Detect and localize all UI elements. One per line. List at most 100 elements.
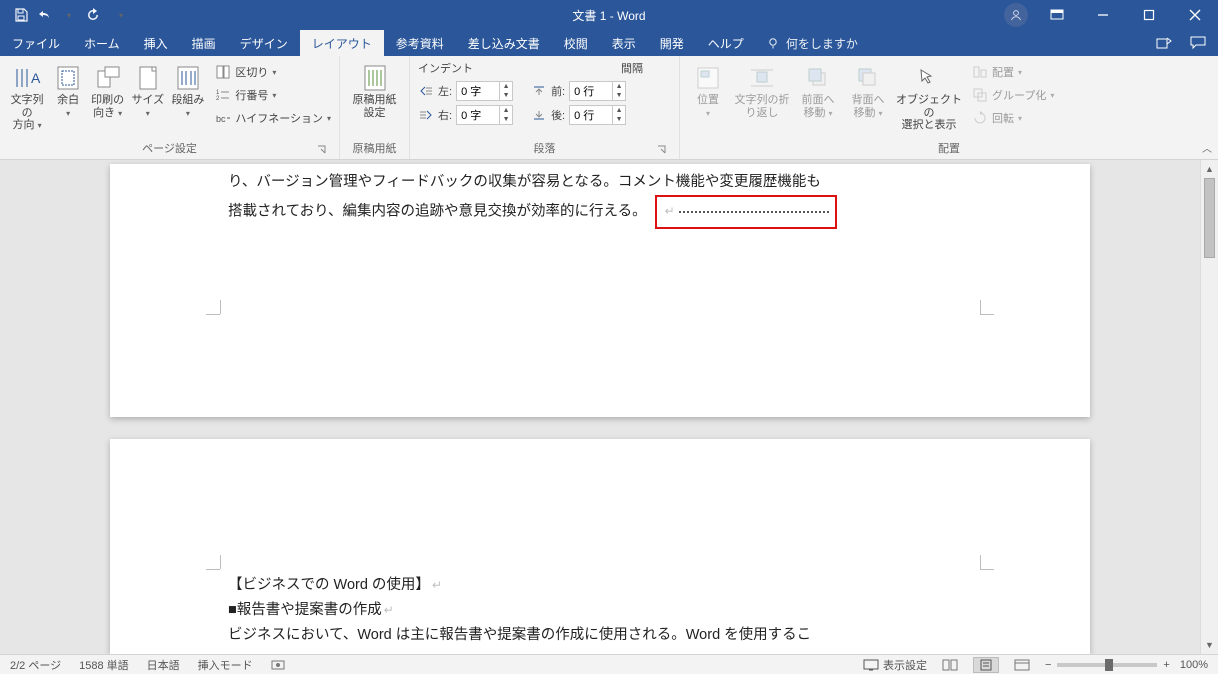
page-2[interactable]: 【ビジネスでの Word の使用】↵ ■報告書や提案書の作成↵ ビジネスにおいて… xyxy=(110,439,1090,654)
manuscript-button[interactable]: 原稿用紙 設定 xyxy=(348,60,401,119)
undo-dropdown-icon[interactable]: ▾ xyxy=(60,6,78,24)
position-icon xyxy=(692,64,724,92)
spacing-before-input[interactable]: ▲▼ xyxy=(569,81,626,101)
tab-help[interactable]: ヘルプ xyxy=(696,30,756,56)
margins-button[interactable]: 余白▾ xyxy=(52,60,84,119)
status-page[interactable]: 2/2 ページ xyxy=(10,657,61,673)
tab-references[interactable]: 参考資料 xyxy=(384,30,456,56)
undo-icon[interactable] xyxy=(36,6,54,24)
spin-down-icon[interactable]: ▼ xyxy=(613,91,625,100)
hyphenation-button[interactable]: bc ハイフネーション▾ xyxy=(215,108,331,128)
orientation-icon xyxy=(92,64,124,92)
collapse-ribbon-icon[interactable]: ︿ xyxy=(1202,140,1212,155)
scroll-up-icon[interactable]: ▲ xyxy=(1201,160,1218,178)
minimize-button[interactable] xyxy=(1080,0,1126,30)
line-numbers-label: 行番号 xyxy=(235,87,268,103)
vertical-scrollbar[interactable]: ▲ ▼ xyxy=(1200,160,1218,654)
paragraph-launcher-icon[interactable] xyxy=(657,145,669,157)
zoom-level[interactable]: 100% xyxy=(1180,659,1208,671)
spacing-after-input[interactable]: ▲▼ xyxy=(569,105,626,125)
paragraph-mark-icon: ↵ xyxy=(384,603,394,617)
body-line: り、バージョン管理やフィードバックの収集が容易となる。コメント機能や変更履歴機能… xyxy=(228,170,972,195)
status-word-count[interactable]: 1588 単語 xyxy=(79,657,129,673)
spacing-before-label: 前: xyxy=(551,83,565,99)
status-language[interactable]: 日本語 xyxy=(147,657,180,673)
svg-text:2: 2 xyxy=(216,96,220,102)
spin-up-icon[interactable]: ▲ xyxy=(500,106,512,115)
breaks-button[interactable]: 区切り▾ xyxy=(215,62,331,82)
tab-developer[interactable]: 開発 xyxy=(648,30,696,56)
crop-mark-icon xyxy=(206,314,220,328)
quick-access-toolbar: ▾ ▾ xyxy=(0,6,130,24)
tab-design[interactable]: デザイン xyxy=(228,30,300,56)
tab-view[interactable]: 表示 xyxy=(600,30,648,56)
spin-up-icon[interactable]: ▲ xyxy=(613,106,625,115)
text-direction-button[interactable]: A 文字列の 方向 ▾ xyxy=(8,60,46,132)
ribbon-display-options-icon[interactable] xyxy=(1034,0,1080,30)
bring-forward-button: 前面へ 移動 ▾ xyxy=(796,60,840,119)
account-avatar[interactable] xyxy=(1004,3,1028,27)
indent-right-icon xyxy=(418,107,434,123)
zoom-out-icon[interactable]: − xyxy=(1045,659,1051,671)
share-icon[interactable] xyxy=(1156,36,1172,50)
save-icon[interactable] xyxy=(12,6,30,24)
qat-customize-icon[interactable]: ▾ xyxy=(112,6,130,24)
scrollbar-thumb[interactable] xyxy=(1204,178,1215,258)
hyphenation-icon: bc xyxy=(215,110,231,126)
wrap-text-icon xyxy=(746,64,778,92)
group-objects-icon xyxy=(972,87,988,103)
selection-pane-icon xyxy=(913,64,945,92)
rotate-icon xyxy=(972,110,988,126)
page-setup-launcher-icon[interactable] xyxy=(317,145,329,157)
selection-pane-button[interactable]: オブジェクトの 選択と表示 xyxy=(896,60,962,132)
align-icon xyxy=(972,64,988,80)
orientation-button[interactable]: 印刷の 向き ▾ xyxy=(90,60,125,119)
tab-insert[interactable]: 挿入 xyxy=(132,30,180,56)
read-mode-view-icon[interactable] xyxy=(937,657,963,673)
indent-left-label: 左: xyxy=(438,83,452,99)
print-layout-view-icon[interactable] xyxy=(973,657,999,673)
maximize-button[interactable] xyxy=(1126,0,1172,30)
tab-review[interactable]: 校閲 xyxy=(552,30,600,56)
scroll-down-icon[interactable]: ▼ xyxy=(1201,636,1218,654)
tab-home[interactable]: ホーム xyxy=(72,30,132,56)
spin-down-icon[interactable]: ▼ xyxy=(500,115,512,124)
indent-right-value[interactable] xyxy=(457,109,499,121)
indent-left-input[interactable]: ▲▼ xyxy=(456,81,513,101)
zoom-track[interactable] xyxy=(1057,663,1157,667)
web-layout-view-icon[interactable] xyxy=(1009,657,1035,673)
spin-up-icon[interactable]: ▲ xyxy=(613,82,625,91)
page-1[interactable]: り、バージョン管理やフィードバックの収集が容易となる。コメント機能や変更履歴機能… xyxy=(110,164,1090,417)
zoom-slider[interactable]: − + xyxy=(1045,659,1170,671)
svg-text:bc: bc xyxy=(216,114,226,124)
tab-layout[interactable]: レイアウト xyxy=(300,30,384,56)
display-settings-icon xyxy=(863,659,879,671)
indent-left-value[interactable] xyxy=(457,85,499,97)
tab-draw[interactable]: 描画 xyxy=(180,30,228,56)
zoom-thumb[interactable] xyxy=(1105,659,1113,671)
comments-icon[interactable] xyxy=(1190,36,1206,50)
display-settings-button[interactable]: 表示設定 xyxy=(863,657,927,673)
status-bar: 2/2 ページ 1588 単語 日本語 挿入モード 表示設定 − + 100% xyxy=(0,654,1218,674)
spacing-before-value[interactable] xyxy=(570,85,612,97)
zoom-in-icon[interactable]: + xyxy=(1163,659,1169,671)
line-numbers-button[interactable]: 12 行番号▾ xyxy=(215,85,331,105)
document-area: り、バージョン管理やフィードバックの収集が容易となる。コメント機能や変更履歴機能… xyxy=(0,160,1218,654)
tell-me-search[interactable]: 何をしますか xyxy=(766,30,858,56)
redo-icon[interactable] xyxy=(84,6,102,24)
size-button[interactable]: サイズ▾ xyxy=(131,60,164,119)
indent-right-input[interactable]: ▲▼ xyxy=(456,105,513,125)
group-manuscript-label: 原稿用紙 xyxy=(348,140,401,159)
breaks-label: 区切り xyxy=(235,64,268,80)
columns-button[interactable]: 段組み▾ xyxy=(170,60,205,119)
spin-up-icon[interactable]: ▲ xyxy=(500,82,512,91)
spin-down-icon[interactable]: ▼ xyxy=(500,91,512,100)
spacing-after-value[interactable] xyxy=(570,109,612,121)
spin-down-icon[interactable]: ▼ xyxy=(613,115,625,124)
spacing-after-icon xyxy=(531,107,547,123)
tab-file[interactable]: ファイル xyxy=(0,30,72,56)
macro-recording-icon[interactable] xyxy=(271,659,285,671)
close-button[interactable] xyxy=(1172,0,1218,30)
status-insert-mode[interactable]: 挿入モード xyxy=(198,657,253,673)
tab-mailings[interactable]: 差し込み文書 xyxy=(456,30,552,56)
